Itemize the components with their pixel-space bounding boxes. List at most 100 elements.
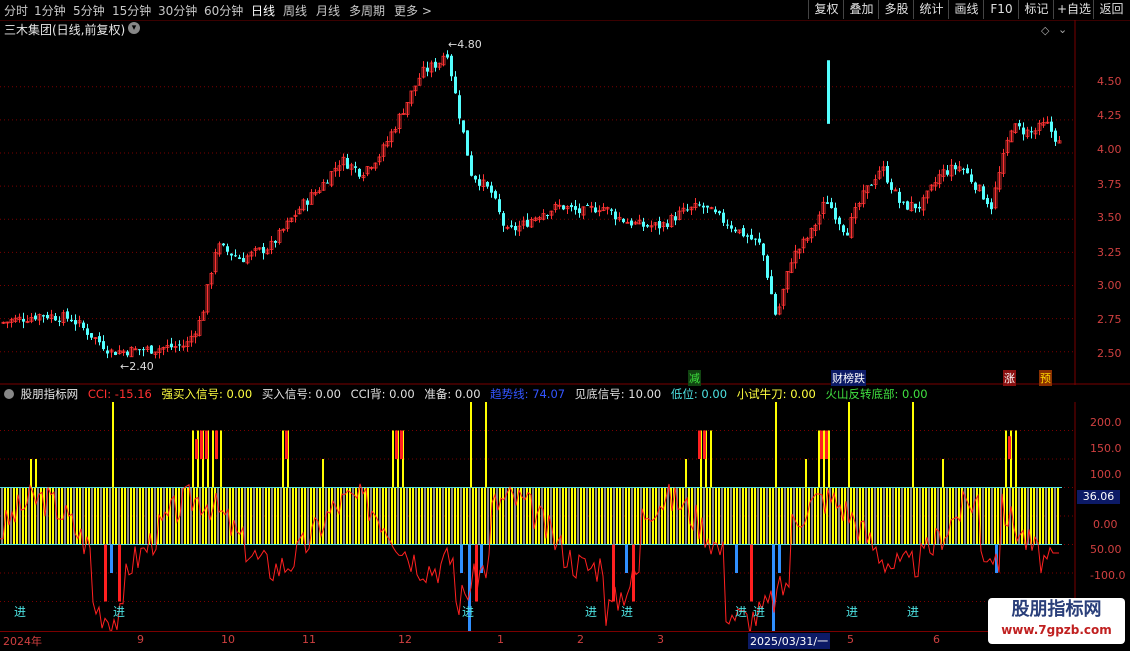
price-chart[interactable] xyxy=(0,20,1130,385)
ind-peak-bar xyxy=(392,430,394,488)
ind-fill-bar xyxy=(712,487,714,545)
tf-60min[interactable]: 60分钟 xyxy=(204,2,243,19)
tf-daily[interactable]: 日线 xyxy=(251,2,275,19)
candle-body xyxy=(150,345,153,354)
ind-fill-bar xyxy=(742,487,744,545)
ind-tick: -100.0 xyxy=(1090,569,1126,582)
ind-fill-bar xyxy=(466,487,468,545)
ind-peak-bar xyxy=(220,430,222,488)
ind-fill-bar xyxy=(49,487,51,545)
multi-stock-button[interactable]: 多股 xyxy=(878,0,914,19)
tf-weekly[interactable]: 周线 xyxy=(283,2,307,19)
overlay-button[interactable]: 叠加 xyxy=(843,0,879,19)
add-watchlist-button[interactable]: +自选 xyxy=(1053,0,1094,19)
ind-fill-bar xyxy=(745,487,747,545)
ind-fill-bar xyxy=(88,487,90,545)
candle-body xyxy=(34,315,37,320)
ind-peak-bar xyxy=(30,459,32,488)
event-tag[interactable]: 财榜跌 xyxy=(831,370,866,386)
ind-fill-bar xyxy=(352,487,354,545)
ind-fill-bar xyxy=(973,487,975,545)
ind-fill-bar xyxy=(679,487,681,545)
f10-button[interactable]: F10 xyxy=(983,0,1019,19)
ind-fill-bar xyxy=(580,487,582,545)
ind-tick: 50.00 xyxy=(1090,543,1122,556)
candle-body xyxy=(86,328,89,335)
candle-body xyxy=(238,257,241,259)
date-tick: 2024年 xyxy=(3,635,42,648)
tf-monthly[interactable]: 月线 xyxy=(316,2,340,19)
entry-label: 进 xyxy=(753,605,766,619)
ind-fill-bar xyxy=(658,487,660,545)
back-button[interactable]: 返回 xyxy=(1093,0,1129,19)
ind-fill-bar xyxy=(889,487,891,545)
ind-fill-bar xyxy=(397,487,399,545)
candle-body xyxy=(170,343,173,348)
ind-fill-bar xyxy=(196,487,198,545)
ind-tick: 100.0 xyxy=(1090,468,1122,481)
ind-fill-bar xyxy=(574,487,576,545)
candle-body xyxy=(46,314,49,319)
candle-body xyxy=(578,208,581,214)
stats-button[interactable]: 统计 xyxy=(913,0,949,19)
ind-peak-bar xyxy=(805,459,807,488)
candle-body xyxy=(674,216,677,221)
tf-15min[interactable]: 15分钟 xyxy=(112,2,151,19)
candle-body xyxy=(226,246,229,252)
ind-fill-bar xyxy=(799,487,801,545)
tf-1min[interactable]: 1分钟 xyxy=(34,2,66,19)
candle-body xyxy=(54,315,57,321)
candle-body xyxy=(722,212,725,223)
ind-fill-bar xyxy=(769,487,771,545)
ind-fill-bar xyxy=(292,487,294,545)
ind-fill-bar xyxy=(796,487,798,545)
entry-label: 进 xyxy=(585,605,598,619)
ind-red-block xyxy=(1008,436,1011,459)
candle-body xyxy=(610,209,613,211)
ind-fill-bar xyxy=(811,487,813,545)
ind-fill-bar xyxy=(682,487,684,545)
event-tag[interactable]: 减 xyxy=(688,370,701,386)
candle-body xyxy=(970,174,973,182)
candle-body xyxy=(886,165,889,183)
candle-body xyxy=(846,232,849,236)
tf-more[interactable]: 更多 > xyxy=(394,2,432,19)
ind-fill-bar xyxy=(343,487,345,545)
ind-fill-bar xyxy=(328,487,330,545)
ind-fill-bar xyxy=(823,487,825,545)
chevron-down-icon[interactable] xyxy=(4,389,14,399)
ind-fill-bar xyxy=(331,487,333,545)
ind-fill-bar xyxy=(436,487,438,545)
ind-fill-bar xyxy=(247,487,249,545)
candle-body xyxy=(770,276,773,295)
candle-body xyxy=(510,225,513,227)
ind-fill-bar xyxy=(922,487,924,545)
ind-fill-bar xyxy=(121,487,123,545)
legend-volcano: 火山反转底部: 0.00 xyxy=(825,387,928,401)
ind-fill-bar xyxy=(724,487,726,545)
fuquan-button[interactable]: 复权 xyxy=(808,0,844,19)
entry-label: 进 xyxy=(113,605,126,619)
candle-body xyxy=(742,228,745,237)
tf-fenshi[interactable]: 分时 xyxy=(4,2,28,19)
ind-peak-bar xyxy=(282,430,284,488)
mark-button[interactable]: 标记 xyxy=(1018,0,1054,19)
ind-fill-bar xyxy=(415,487,417,545)
ind-fill-bar xyxy=(895,487,897,545)
ind-fill-bar xyxy=(499,487,501,545)
event-tag[interactable]: 预 xyxy=(1039,370,1052,386)
candle-body xyxy=(526,219,529,227)
tf-5min[interactable]: 5分钟 xyxy=(73,2,105,19)
tf-multi[interactable]: 多周期 xyxy=(349,2,385,19)
tf-30min[interactable]: 30分钟 xyxy=(158,2,197,19)
ind-fill-bar xyxy=(283,487,285,545)
ind-tick: 0.00 xyxy=(1093,518,1118,531)
ind-peak-bar xyxy=(823,430,825,488)
ind-neg-bar xyxy=(750,544,753,602)
indicator-chart[interactable] xyxy=(0,402,1130,632)
ind-neg-bar xyxy=(460,544,463,573)
event-tag[interactable]: 涨 xyxy=(1003,370,1016,386)
ind-fill-bar xyxy=(337,487,339,545)
ind-fill-bar xyxy=(1051,487,1053,545)
draw-line-button[interactable]: 画线 xyxy=(948,0,984,19)
